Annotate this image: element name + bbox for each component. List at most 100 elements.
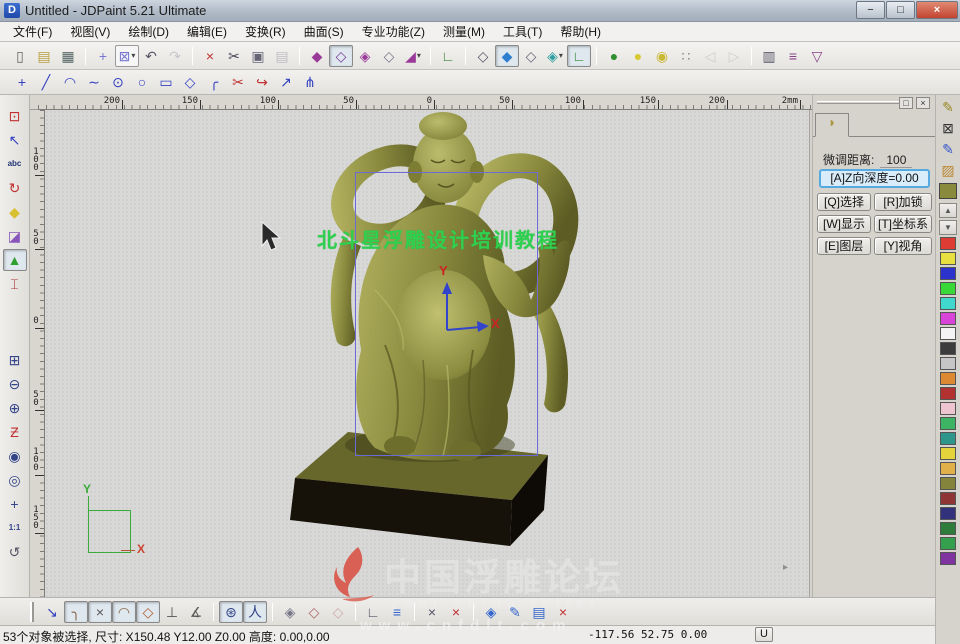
color-swatch-0[interactable] [940,237,956,250]
menu-专业功能Z[interactable]: 专业功能(Z) [353,21,434,42]
view-shade[interactable]: ◢▾ [401,45,425,67]
color-swatch-14[interactable] [940,447,956,460]
panel-close-button[interactable]: × [916,97,930,109]
coord-view[interactable]: ∟ [567,45,591,67]
color-none[interactable]: ⊠ [938,118,958,138]
snap-intersection[interactable]: × [88,601,112,623]
zoom-in[interactable]: ⊕ [3,397,27,419]
palette-scroll-down[interactable]: ▼ [939,220,957,235]
color-swatch-17[interactable] [940,492,956,505]
color-swatch-7[interactable] [940,342,956,355]
filter[interactable]: ▽ [805,45,829,67]
color-swatch-1[interactable] [940,252,956,265]
surface-tool[interactable]: ◆ [3,201,27,223]
close-button[interactable]: × [916,1,958,19]
menu-测量M[interactable]: 测量(M) [434,21,494,42]
node-pencil[interactable]: ✎ [503,601,527,623]
panel-drag-grip[interactable] [817,101,903,104]
zoom-select[interactable]: ◎ [3,469,27,491]
current-color-swatch[interactable] [939,183,957,199]
palette-scroll-up[interactable]: ▲ [939,203,957,218]
color-swatch-15[interactable] [940,462,956,475]
box-view[interactable]: ◇ [519,45,543,67]
select-tool[interactable]: ⊡ [3,105,27,127]
color-pencil[interactable]: ✎ [938,97,958,117]
color-swatch-10[interactable] [940,387,956,400]
color-swatch-5[interactable] [940,312,956,325]
draw-curve[interactable]: ∼ [82,71,106,93]
eyedropper[interactable]: ✎ [938,139,958,159]
toolpath-tool[interactable]: ⌶ [3,273,27,295]
offset[interactable]: ↪ [250,71,274,93]
panel-restore-button[interactable]: □ [899,97,913,109]
copy[interactable]: ▣ [246,45,270,67]
select-frame-dropdown[interactable]: ▾ [131,51,135,60]
draw-fillet[interactable]: ╭ [202,71,226,93]
paste[interactable]: ▤ [270,45,294,67]
color-swatch-19[interactable] [940,522,956,535]
snap-node[interactable]: 人 [243,601,267,623]
light-main[interactable]: ● [602,45,626,67]
draw-polygon[interactable]: ◇ [178,71,202,93]
panel-tab[interactable]: ◗ [815,113,849,137]
view-edges[interactable]: ◇ [377,45,401,67]
snap-endpoint[interactable]: ╮ [64,601,88,623]
align-stack[interactable]: ≡ [385,601,409,623]
draw-circle[interactable]: ⊙ [106,71,130,93]
cube-view[interactable]: ◇ [471,45,495,67]
scroll-arrow-icon[interactable]: ▸ [783,562,788,573]
menu-视图V[interactable]: 视图(V) [61,21,119,42]
color-swatch-12[interactable] [940,417,956,430]
color-swatch-6[interactable] [940,327,956,340]
color-swatch-16[interactable] [940,477,956,490]
trim[interactable]: ✂ [226,71,250,93]
zoom-ratio[interactable]: 1:1 [3,517,27,539]
array-copy[interactable]: ⋔ [298,71,322,93]
light-pick[interactable]: ◉ [650,45,674,67]
zoom-window[interactable]: ⊞ [3,349,27,371]
panel-button-r加锁[interactable]: [R]加锁 [874,193,932,211]
panel-button-w显示[interactable]: [W]显示 [817,215,871,233]
layer-manager[interactable]: ▥ [757,45,781,67]
snap-tangent[interactable]: ◠ [112,601,136,623]
menu-文件F[interactable]: 文件(F) [4,21,61,42]
node-edit-tool[interactable]: ↖ [3,129,27,151]
relief-tool[interactable]: ▲ [3,249,27,271]
canvas[interactable]: Y X 北斗星浮雕设计培训教程 Y X ▸ [45,110,810,597]
cut[interactable]: ✂ [222,45,246,67]
pick-delete[interactable]: × [444,601,468,623]
node-insert[interactable]: ◈ [479,601,503,623]
color-swatch-2[interactable] [940,267,956,280]
view-wireframe[interactable]: ◇ [329,45,353,67]
object-list[interactable]: ≡ [781,45,805,67]
transform[interactable]: ↗ [274,71,298,93]
color-swatch-4[interactable] [940,297,956,310]
color-swatch-20[interactable] [940,537,956,550]
menu-曲面S[interactable]: 曲面(S) [295,21,353,42]
color-swatch-9[interactable] [940,372,956,385]
view-hidden[interactable]: ◈ [353,45,377,67]
new-file[interactable]: ▯ [8,45,32,67]
snap-perpendicular[interactable]: ⊥ [160,601,184,623]
axis-toggle[interactable]: ∟ [436,45,460,67]
smooth-tool[interactable]: ◪ [3,225,27,247]
align-bottom[interactable]: ∟ [361,601,385,623]
redraw[interactable]: Ƶ [3,421,27,443]
menu-绘制D[interactable]: 绘制(D) [119,21,178,42]
snap-mid[interactable]: ◈ [278,601,302,623]
multi-view-dropdown[interactable]: ▾ [559,51,563,60]
color-swatch-11[interactable] [940,402,956,415]
pan-view[interactable]: + [3,493,27,515]
color-swatch-18[interactable] [940,507,956,520]
redo[interactable]: ↷ [163,45,187,67]
material-dots[interactable]: ∷ [674,45,698,67]
snap-center[interactable]: ◇ [302,601,326,623]
panel-button-e图层[interactable]: [E]图层 [817,237,871,255]
color-swatch-3[interactable] [940,282,956,295]
menu-工具T[interactable]: 工具(T) [494,21,551,42]
unit-toggle-button[interactable]: U [755,627,773,642]
view-shade-dropdown[interactable]: ▾ [417,51,421,60]
open-file[interactable]: ▤ [32,45,56,67]
prev-view[interactable]: ◁ [698,45,722,67]
menu-编辑E[interactable]: 编辑(E) [178,21,236,42]
